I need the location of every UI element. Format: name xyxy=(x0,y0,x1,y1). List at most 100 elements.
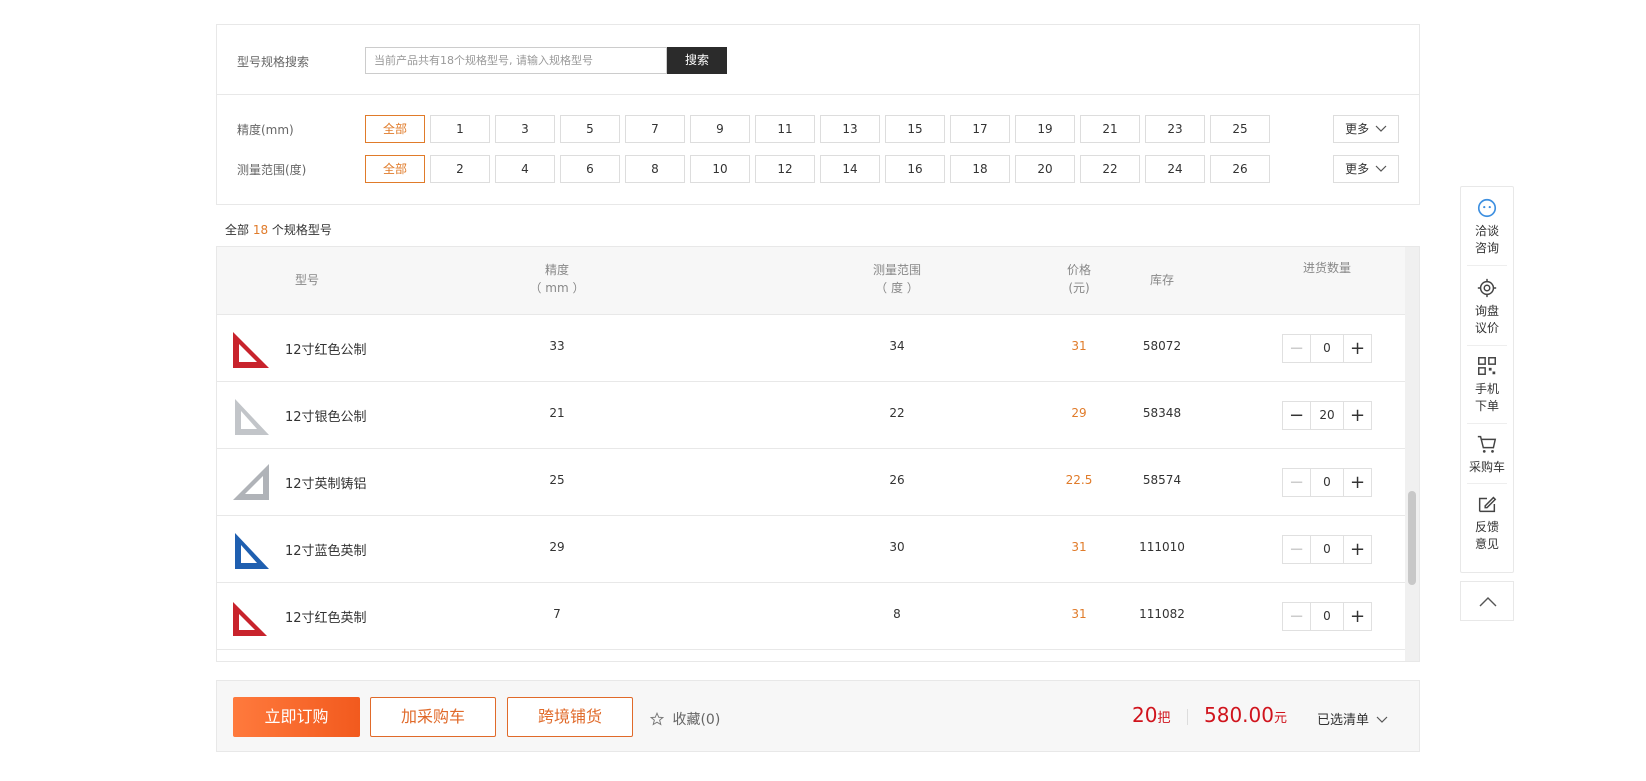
filter-option-all[interactable]: 全部 xyxy=(365,155,425,183)
side-toolbar: 洽谈 咨询 询盘 议价 手机 下单 采购车 反馈 意见 xyxy=(1460,186,1514,573)
filter-row-range: 测量范围(度) 全部 2 4 6 8 10 12 14 16 18 20 22 … xyxy=(217,155,1419,183)
quantity-input[interactable]: 0 xyxy=(1311,603,1343,630)
header-qty: 进货数量 xyxy=(1302,261,1351,275)
increment-button[interactable]: + xyxy=(1343,469,1371,496)
increment-button[interactable]: + xyxy=(1343,536,1371,563)
filter-option[interactable]: 17 xyxy=(950,115,1010,143)
quantity-input[interactable]: 0 xyxy=(1311,536,1343,563)
range-value: 22 xyxy=(889,406,905,420)
product-thumbnail[interactable] xyxy=(229,594,275,640)
filter-option[interactable]: 11 xyxy=(755,115,815,143)
add-to-cart-button[interactable]: 加采购车 xyxy=(370,697,496,737)
filter-option[interactable]: 4 xyxy=(495,155,555,183)
side-item-chat[interactable]: 洽谈 咨询 xyxy=(1461,197,1513,257)
selected-list-label: 已选清单 xyxy=(1317,713,1370,728)
selected-list-toggle[interactable]: 已选清单 xyxy=(1317,709,1388,728)
filter-option[interactable]: 1 xyxy=(430,115,490,143)
filter-option[interactable]: 3 xyxy=(495,115,555,143)
product-thumbnail[interactable] xyxy=(229,326,275,372)
decrement-button[interactable]: − xyxy=(1283,603,1311,630)
filter-option[interactable]: 5 xyxy=(560,115,620,143)
side-item-mobile-order[interactable]: 手机 下单 xyxy=(1461,355,1513,415)
search-row: 型号规格搜索 搜索 xyxy=(217,25,1419,95)
count-suffix: 个规格型号 xyxy=(268,223,332,237)
increment-button[interactable]: + xyxy=(1343,402,1371,429)
quantity-input[interactable]: 0 xyxy=(1311,469,1343,496)
product-thumbnail[interactable] xyxy=(229,460,275,506)
product-thumbnail[interactable] xyxy=(229,393,275,439)
more-button[interactable]: 更多 xyxy=(1333,115,1399,143)
decrement-button[interactable]: − xyxy=(1283,469,1311,496)
filter-option[interactable]: 23 xyxy=(1145,115,1205,143)
filter-option[interactable]: 12 xyxy=(755,155,815,183)
increment-button[interactable]: + xyxy=(1343,335,1371,362)
filter-option[interactable]: 25 xyxy=(1210,115,1270,143)
price-value: 31 xyxy=(1071,339,1087,353)
search-button[interactable]: 搜索 xyxy=(667,47,727,74)
filter-option[interactable]: 21 xyxy=(1080,115,1140,143)
stock-value: 111010 xyxy=(1139,540,1185,554)
price-value: 31 xyxy=(1071,540,1087,554)
filter-option[interactable]: 15 xyxy=(885,115,945,143)
filter-option[interactable]: 10 xyxy=(690,155,750,183)
filter-option[interactable]: 19 xyxy=(1015,115,1075,143)
filter-option[interactable]: 20 xyxy=(1015,155,1075,183)
quantity-stepper: − 20 + xyxy=(1282,401,1372,430)
cross-border-button[interactable]: 跨境铺货 xyxy=(507,697,633,737)
table-scrollbar[interactable] xyxy=(1405,247,1419,661)
increment-button[interactable]: + xyxy=(1343,603,1371,630)
divider xyxy=(1467,423,1507,424)
more-button[interactable]: 更多 xyxy=(1333,155,1399,183)
total-price-value: 580.00 xyxy=(1204,703,1274,727)
more-label: 更多 xyxy=(1345,162,1370,176)
side-item-label: 手机 xyxy=(1474,382,1499,396)
filter-option[interactable]: 22 xyxy=(1080,155,1140,183)
table-header: 型号 精度 （ mm ） 测量范围 （ 度 ） 价格 (元) 库存 进货数量 xyxy=(217,247,1405,315)
filter-option[interactable]: 2 xyxy=(430,155,490,183)
header-price-title: 价格 xyxy=(1066,263,1091,277)
divider xyxy=(1467,345,1507,346)
side-item-label: 咨询 xyxy=(1474,241,1499,255)
filter-option[interactable]: 24 xyxy=(1145,155,1205,183)
product-thumbnail[interactable] xyxy=(229,527,275,573)
header-range: 测量范围 （ 度 ） xyxy=(847,261,947,297)
filter-option[interactable]: 6 xyxy=(560,155,620,183)
decrement-button[interactable]: − xyxy=(1283,402,1311,429)
filter-option[interactable]: 18 xyxy=(950,155,1010,183)
header-price: 价格 (元) xyxy=(1049,261,1109,297)
spec-count: 全部 18 个规格型号 xyxy=(225,221,332,238)
favorite-button[interactable]: 收藏(0) xyxy=(649,709,720,729)
stock-value: 58348 xyxy=(1142,406,1182,420)
filter-option[interactable]: 7 xyxy=(625,115,685,143)
header-precision-unit: （ mm ） xyxy=(529,281,585,295)
filter-row-precision: 精度(mm) 全部 1 3 5 7 9 11 13 15 17 19 21 23… xyxy=(217,115,1419,143)
table-row: 12寸英制铸铝 25 26 22.5 58574 − 0 + xyxy=(217,449,1405,516)
filter-option[interactable]: 13 xyxy=(820,115,880,143)
filter-option[interactable]: 8 xyxy=(625,155,685,183)
quantity-input[interactable]: 0 xyxy=(1311,335,1343,362)
header-range-title: 测量范围 xyxy=(872,263,921,277)
filter-option[interactable]: 9 xyxy=(690,115,750,143)
side-item-label: 洽谈 xyxy=(1474,224,1499,238)
filter-option-all[interactable]: 全部 xyxy=(365,115,425,143)
chat-icon xyxy=(1477,198,1497,218)
quantity-stepper: − 0 + xyxy=(1282,334,1372,363)
quantity-input[interactable]: 20 xyxy=(1311,402,1343,429)
side-item-inquiry[interactable]: 询盘 议价 xyxy=(1461,277,1513,337)
decrement-button[interactable]: − xyxy=(1283,335,1311,362)
table-row: 12寸红色英制 7 8 31 111082 − 0 + xyxy=(217,583,1405,650)
scrollbar-thumb[interactable] xyxy=(1408,491,1416,585)
side-item-feedback[interactable]: 反馈 意见 xyxy=(1461,493,1513,553)
total-quantity: 20把 xyxy=(1132,703,1170,727)
back-to-top-button[interactable] xyxy=(1460,581,1514,621)
decrement-button[interactable]: − xyxy=(1283,536,1311,563)
spec-search-input[interactable] xyxy=(365,47,667,74)
divider xyxy=(1467,265,1507,266)
filter-option[interactable]: 16 xyxy=(885,155,945,183)
precision-value: 7 xyxy=(553,607,561,621)
filter-option[interactable]: 14 xyxy=(820,155,880,183)
total-qty-value: 20 xyxy=(1132,703,1158,727)
side-item-cart[interactable]: 采购车 xyxy=(1461,433,1513,476)
filter-option[interactable]: 26 xyxy=(1210,155,1270,183)
buy-now-button[interactable]: 立即订购 xyxy=(233,697,360,737)
